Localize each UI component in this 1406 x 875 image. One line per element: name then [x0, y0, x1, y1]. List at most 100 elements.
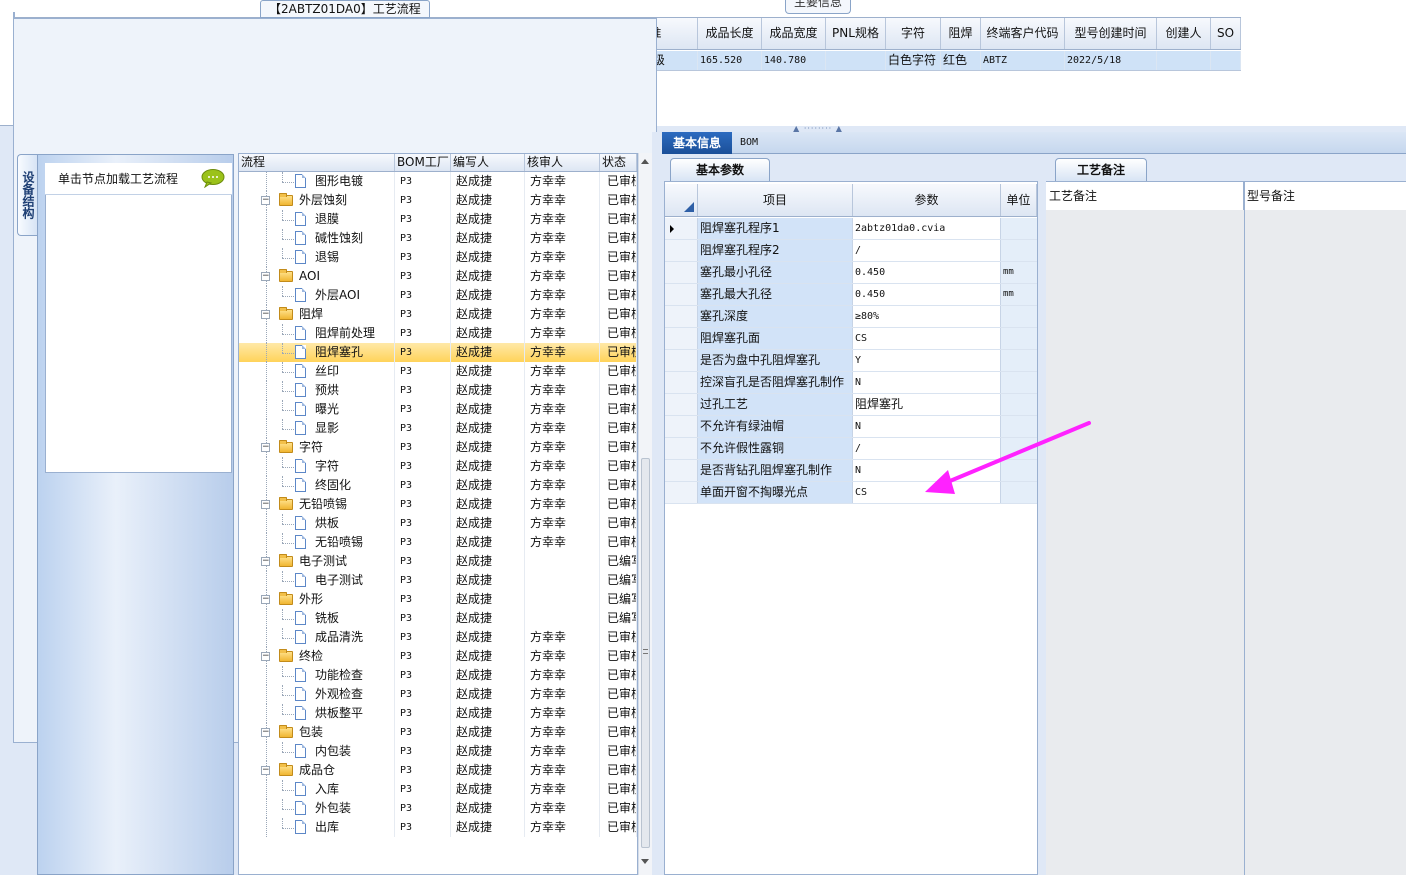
tree-node[interactable]: − AOI: [239, 267, 395, 286]
param-value[interactable]: /: [853, 438, 1001, 459]
tree-node[interactable]: 内包装: [239, 742, 395, 761]
tree-node[interactable]: − 阻焊: [239, 305, 395, 324]
tab-basic-info[interactable]: 基本信息: [662, 132, 732, 154]
tree-node[interactable]: 烘板: [239, 514, 395, 533]
tree-row[interactable]: 烘板整平 P3赵成捷方幸幸已审核: [239, 704, 637, 723]
tree-row[interactable]: − 外层蚀刻 P3赵成捷方幸幸已审核: [239, 191, 637, 210]
tree-row[interactable]: 外观检查 P3赵成捷方幸幸已审核: [239, 685, 637, 704]
param-row[interactable]: 控深盲孔是否阻焊塞孔制作 N: [665, 372, 1037, 394]
tree-row[interactable]: 退锡 P3赵成捷方幸幸已审核: [239, 248, 637, 267]
main-info-col-header[interactable]: 型号创建时间: [1065, 18, 1157, 49]
param-value[interactable]: /: [853, 240, 1001, 261]
param-row[interactable]: 过孔工艺 阻焊塞孔: [665, 394, 1037, 416]
tree-node[interactable]: 电子测试: [239, 571, 395, 590]
param-value[interactable]: CS: [853, 328, 1001, 349]
tree-row[interactable]: − 外形 P3赵成捷 已编写: [239, 590, 637, 609]
param-col-item[interactable]: 项目: [698, 184, 853, 216]
main-info-cell[interactable]: [1157, 51, 1211, 70]
tree-node[interactable]: 显影: [239, 419, 395, 438]
main-info-cell[interactable]: 140.780: [762, 51, 826, 70]
collapse-icon[interactable]: −: [261, 652, 270, 661]
param-row[interactable]: 阻焊塞孔程序2/: [665, 240, 1037, 262]
tree-node[interactable]: − 无铅喷锡: [239, 495, 395, 514]
tree-row[interactable]: 功能检查 P3赵成捷方幸幸已审核: [239, 666, 637, 685]
remarks-tab[interactable]: 工艺备注: [1055, 158, 1147, 182]
param-value[interactable]: ≥80%: [853, 306, 1001, 327]
tree-row[interactable]: 无铅喷锡 P3赵成捷方幸幸已审核: [239, 533, 637, 552]
main-info-cell[interactable]: [826, 51, 886, 70]
tree-node[interactable]: 阻焊塞孔: [239, 343, 395, 362]
tree-col-header[interactable]: 状态: [600, 154, 637, 171]
tree-row[interactable]: 碱性蚀刻 P3赵成捷方幸幸已审核: [239, 229, 637, 248]
param-row[interactable]: 是否背钻孔阻焊塞孔制作 N: [665, 460, 1037, 482]
tree-node[interactable]: 入库: [239, 780, 395, 799]
param-row[interactable]: 阻焊塞孔程序1 2abtz01da0.cvia: [665, 218, 1037, 240]
tree-node[interactable]: 无铅喷锡: [239, 533, 395, 552]
process-tree-scrollbar[interactable]: [638, 153, 652, 875]
tree-row[interactable]: 退膜 P3赵成捷方幸幸已审核: [239, 210, 637, 229]
tree-row[interactable]: 阻焊塞孔 P3赵成捷方幸幸已审核: [239, 343, 637, 362]
tree-row[interactable]: − AOI P3赵成捷方幸幸已审核: [239, 267, 637, 286]
tree-node[interactable]: − 成品仓: [239, 761, 395, 780]
main-info-cell[interactable]: ABTZ: [981, 51, 1065, 70]
tree-row[interactable]: − 字符 P3赵成捷方幸幸已审核: [239, 438, 637, 457]
tree-row[interactable]: 字符 P3赵成捷方幸幸已审核: [239, 457, 637, 476]
main-info-col-header[interactable]: 字符: [886, 18, 941, 49]
param-row[interactable]: 阻焊塞孔面 CS: [665, 328, 1037, 350]
param-value[interactable]: 0.450: [853, 284, 1001, 305]
collapse-icon[interactable]: −: [261, 766, 270, 775]
main-info-col-header[interactable]: 成品宽度: [762, 18, 826, 49]
tree-node[interactable]: 字符: [239, 457, 395, 476]
collapse-icon[interactable]: −: [261, 272, 270, 281]
param-value[interactable]: 阻焊塞孔: [853, 394, 1001, 415]
scroll-down-icon[interactable]: [641, 859, 649, 864]
tree-col-header[interactable]: BOM工厂: [395, 154, 451, 171]
param-row[interactable]: 塞孔深度 ≥80%: [665, 306, 1037, 328]
scroll-up-icon[interactable]: [641, 159, 649, 164]
main-info-cell[interactable]: [1211, 51, 1241, 70]
main-info-cell[interactable]: 165.520: [698, 51, 762, 70]
tree-row[interactable]: 曝光 P3赵成捷方幸幸已审核: [239, 400, 637, 419]
tree-row[interactable]: 电子测试 P3赵成捷 已编写: [239, 571, 637, 590]
param-row[interactable]: 塞孔最小孔径 0.450 mm: [665, 262, 1037, 284]
param-row[interactable]: 单面开窗不掏曝光点 CS: [665, 482, 1037, 504]
process-flow-tab[interactable]: 【2ABTZ01DA0】工艺流程: [260, 0, 430, 18]
param-col-value[interactable]: 参数: [853, 184, 1001, 216]
tree-node[interactable]: 曝光: [239, 400, 395, 419]
param-row[interactable]: 塞孔最大孔径 0.450 mm: [665, 284, 1037, 306]
tree-node[interactable]: 图形电镀: [239, 172, 395, 191]
tree-row[interactable]: 丝印 P3赵成捷方幸幸已审核: [239, 362, 637, 381]
main-info-cell[interactable]: 白色字符: [886, 51, 941, 70]
tree-node[interactable]: − 字符: [239, 438, 395, 457]
tree-row[interactable]: 外层AOI P3赵成捷方幸幸已审核: [239, 286, 637, 305]
tree-row[interactable]: 内包装 P3赵成捷方幸幸已审核: [239, 742, 637, 761]
tree-node[interactable]: 丝印: [239, 362, 395, 381]
tree-row[interactable]: 出库 P3赵成捷方幸幸已审核: [239, 818, 637, 837]
collapse-icon[interactable]: −: [261, 196, 270, 205]
tree-node[interactable]: 退膜: [239, 210, 395, 229]
tree-col-header[interactable]: 流程: [239, 154, 395, 171]
tree-node[interactable]: 外包装: [239, 799, 395, 818]
tree-row[interactable]: 终固化 P3赵成捷方幸幸已审核: [239, 476, 637, 495]
tree-row[interactable]: − 电子测试 P3赵成捷 已编写: [239, 552, 637, 571]
tree-node[interactable]: 成品清洗: [239, 628, 395, 647]
main-info-col-header[interactable]: SO: [1211, 18, 1241, 49]
tree-col-header[interactable]: 核审人: [525, 154, 600, 171]
param-value[interactable]: 0.450: [853, 262, 1001, 283]
tree-node[interactable]: − 终检: [239, 647, 395, 666]
tree-row[interactable]: − 阻焊 P3赵成捷方幸幸已审核: [239, 305, 637, 324]
tree-node[interactable]: 出库: [239, 818, 395, 837]
tree-node[interactable]: 烘板整平: [239, 704, 395, 723]
main-info-col-header[interactable]: PNL规格: [826, 18, 886, 49]
tree-node[interactable]: 退锡: [239, 248, 395, 267]
main-info-cell[interactable]: 红色: [941, 51, 981, 70]
tree-node[interactable]: 功能检查: [239, 666, 395, 685]
vertical-splitter[interactable]: [652, 132, 662, 875]
tree-row[interactable]: 入库 P3赵成捷方幸幸已审核: [239, 780, 637, 799]
tree-row[interactable]: 外包装 P3赵成捷方幸幸已审核: [239, 799, 637, 818]
tree-row[interactable]: 烘板 P3赵成捷方幸幸已审核: [239, 514, 637, 533]
remarks-col-process[interactable]: 工艺备注: [1046, 182, 1244, 210]
collapse-icon[interactable]: −: [261, 595, 270, 604]
tree-row[interactable]: 阻焊前处理 P3赵成捷方幸幸已审核: [239, 324, 637, 343]
main-info-col-header[interactable]: 成品长度: [698, 18, 762, 49]
